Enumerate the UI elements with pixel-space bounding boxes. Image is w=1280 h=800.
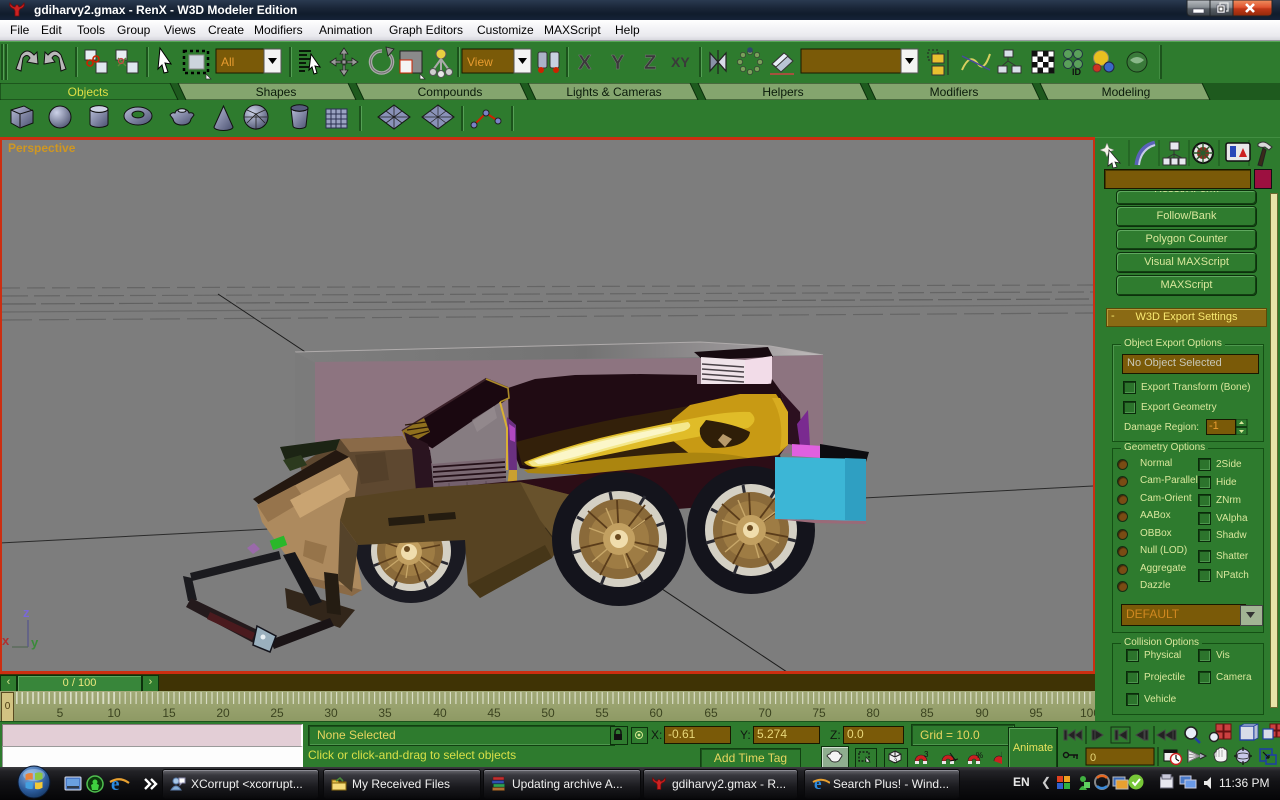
svg-text:Z: Z bbox=[644, 52, 656, 74]
svg-text:x: x bbox=[2, 633, 10, 648]
svg-text:3: 3 bbox=[924, 750, 929, 759]
svg-text:View: View bbox=[467, 55, 493, 69]
svg-text:60: 60 bbox=[649, 706, 663, 720]
svg-text:Compounds: Compounds bbox=[418, 85, 483, 99]
svg-text:Helpers: Helpers bbox=[762, 85, 803, 99]
svg-text:80: 80 bbox=[866, 706, 880, 720]
svg-text:35: 35 bbox=[378, 706, 392, 720]
svg-text:65: 65 bbox=[704, 706, 718, 720]
svg-text:All: All bbox=[221, 55, 234, 69]
svg-text:Modeling: Modeling bbox=[1102, 85, 1151, 99]
svg-text:Objects: Objects bbox=[68, 85, 109, 99]
svg-text:X: X bbox=[578, 52, 592, 74]
svg-text:Modifiers: Modifiers bbox=[930, 85, 979, 99]
svg-text:55: 55 bbox=[595, 706, 609, 720]
svg-text:0: 0 bbox=[1090, 752, 1096, 764]
svg-text:z: z bbox=[23, 605, 30, 620]
svg-text:50: 50 bbox=[541, 706, 555, 720]
svg-text:85: 85 bbox=[920, 706, 934, 720]
svg-text:95: 95 bbox=[1029, 706, 1043, 720]
svg-text:Shapes: Shapes bbox=[256, 85, 297, 99]
svg-text:y: y bbox=[31, 635, 39, 650]
svg-text:ID: ID bbox=[1072, 67, 1082, 77]
svg-text:100: 100 bbox=[1080, 706, 1095, 720]
svg-text:e: e bbox=[111, 774, 119, 795]
svg-text:25: 25 bbox=[270, 706, 284, 720]
svg-text:40: 40 bbox=[433, 706, 447, 720]
svg-text:10: 10 bbox=[107, 706, 121, 720]
svg-text:30: 30 bbox=[324, 706, 338, 720]
svg-text:Lights & Cameras: Lights & Cameras bbox=[566, 85, 661, 99]
svg-text:5: 5 bbox=[57, 706, 64, 720]
svg-text:XY: XY bbox=[671, 54, 690, 70]
svg-text:70: 70 bbox=[758, 706, 772, 720]
svg-text:e: e bbox=[814, 774, 822, 793]
svg-text:20: 20 bbox=[216, 706, 230, 720]
svg-text:90: 90 bbox=[975, 706, 989, 720]
svg-text:75: 75 bbox=[812, 706, 826, 720]
svg-text:15: 15 bbox=[162, 706, 176, 720]
svg-text:%: % bbox=[976, 751, 983, 760]
svg-text:45: 45 bbox=[487, 706, 501, 720]
svg-text:Y: Y bbox=[611, 52, 625, 74]
